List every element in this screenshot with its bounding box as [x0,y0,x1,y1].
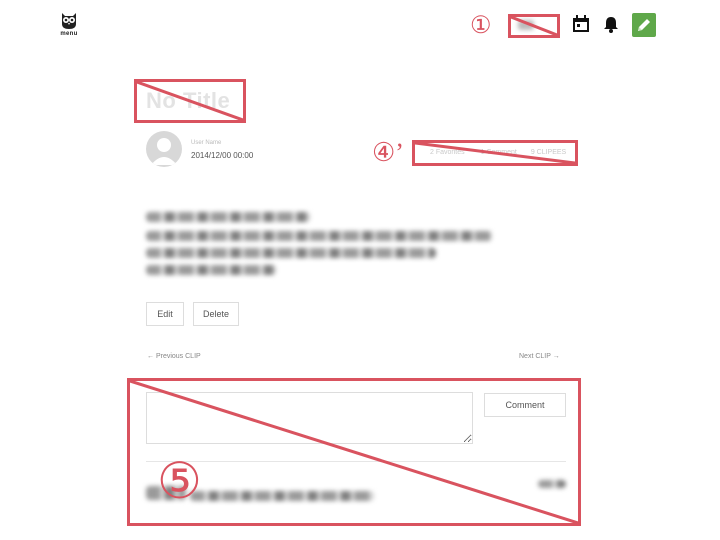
new-post-button[interactable] [632,13,656,37]
next-clip-link[interactable]: Next CLIP → [519,353,560,360]
post-author-name[interactable]: User Name [191,140,221,146]
owl-menu-icon [59,10,79,30]
edit-button[interactable]: Edit [146,302,184,326]
annotation-box-stats [412,140,578,166]
previous-clip-link[interactable]: ← Previous CLIP [147,353,201,360]
annotation-number-4: ④’ [372,138,404,167]
delete-button[interactable]: Delete [193,302,239,326]
user-avatar-icon[interactable] [146,131,182,167]
bell-icon[interactable] [602,15,620,33]
annotation-box-1 [508,14,560,38]
pencil-icon [638,19,650,31]
post-body-line [146,265,276,275]
annotation-box-comments [127,378,581,526]
menu-label: menu [60,31,78,37]
annotation-number-1: ① [470,13,492,39]
post-date: 2014/12/00 00:00 [191,151,254,160]
calendar-icon[interactable] [572,15,590,33]
post-body-line [146,248,436,258]
post-body-line [146,231,492,241]
top-header: menu ① [0,0,720,46]
post-body-line [146,212,310,222]
menu-button[interactable]: menu [56,10,82,42]
annotation-box-title [134,79,246,123]
